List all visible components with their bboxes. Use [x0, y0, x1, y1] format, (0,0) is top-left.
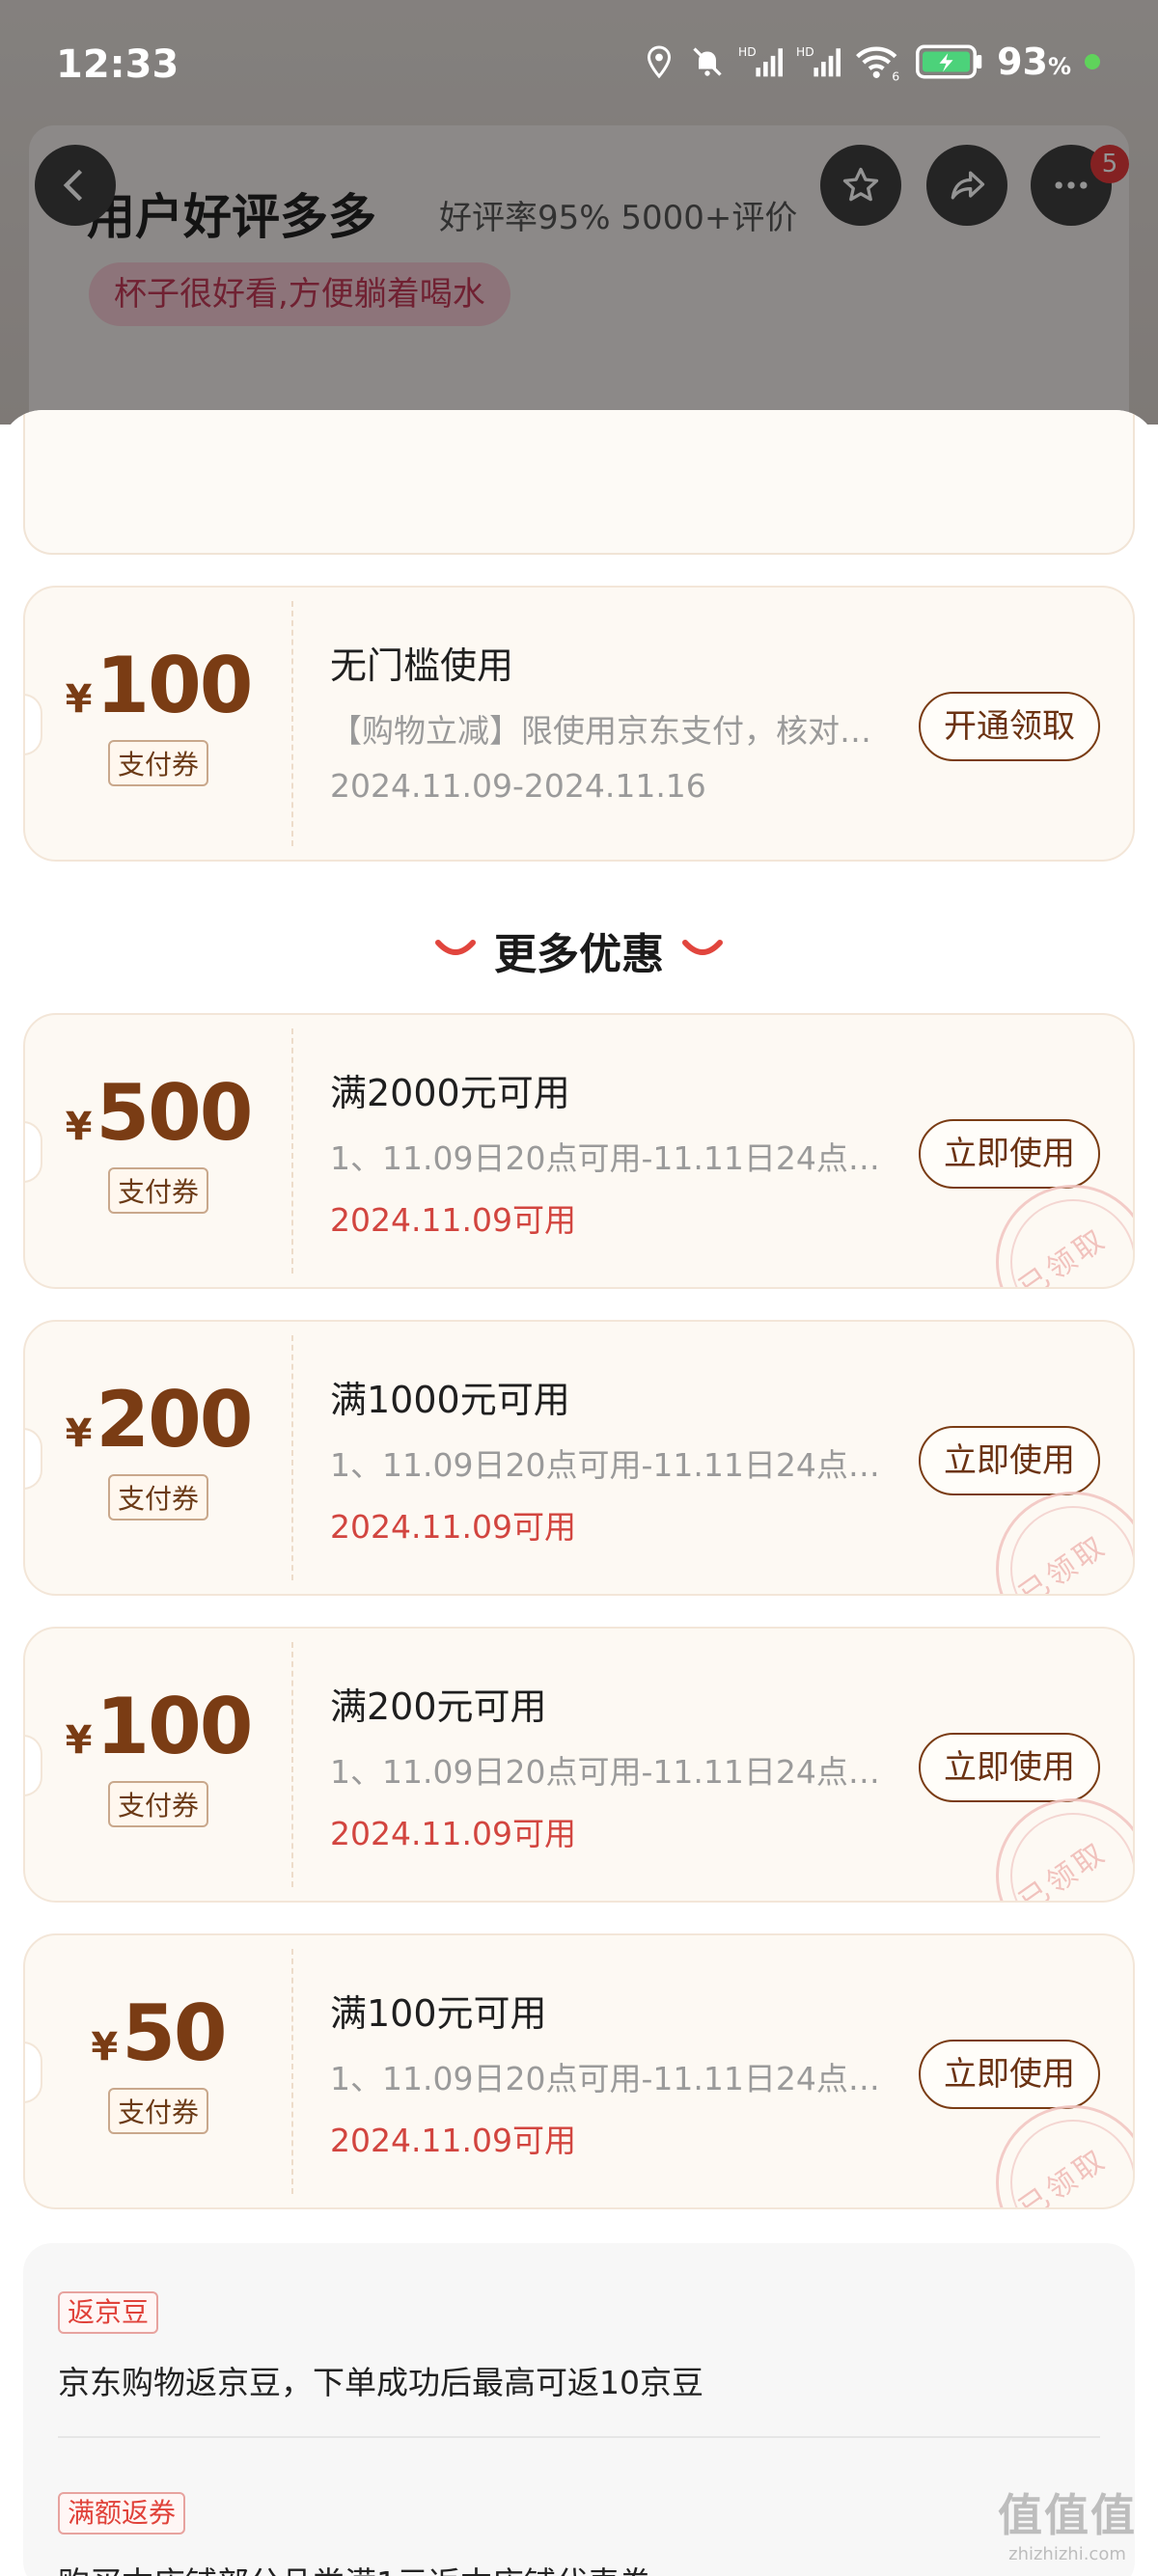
coupon-title: 满100元可用: [330, 1992, 547, 2035]
status-time: 12:33: [56, 42, 179, 87]
claimed-stamp: 已领取: [996, 2105, 1133, 2209]
coupon-description: 【购物立减】限使用京东支付，核对订单页面...: [330, 712, 890, 750]
more-offers-header: 更多优惠: [0, 912, 1158, 989]
coupon-divider: [291, 1949, 293, 2194]
wifi-sub-label: 6: [892, 69, 899, 83]
coupon-date: 2024.11.09可用: [330, 2122, 576, 2159]
network-label: HD: [738, 45, 757, 59]
rewards-text: 购买本店铺部分品类满1元返本店铺代表券: [58, 2558, 651, 2576]
info-divider: [58, 2436, 1100, 2438]
wifi-icon: 6: [856, 46, 899, 83]
cellular-signal-icon: HD: [738, 45, 784, 77]
coupon-card: ¥100 支付券 满200元可用 1、11.09日20点可用-11.11日24点…: [23, 1627, 1135, 1903]
claimed-stamp: 已领取: [996, 1185, 1133, 1289]
coupon-type-tag: 支付券: [107, 2088, 208, 2134]
coupon-amount-block: ¥200 支付券: [25, 1382, 291, 1521]
coupon-amount-block: ¥100 支付券: [25, 1688, 291, 1827]
coupon-divider: [291, 601, 293, 846]
cellular-signal-icon-2: HD: [796, 45, 841, 77]
status-bar: 12:33 HD HD 6 93%: [0, 0, 1158, 130]
coupon-amount: 100: [96, 641, 253, 730]
location-icon: [648, 45, 672, 79]
coupon-divider: [291, 1642, 293, 1887]
battery-percent: 93%: [997, 41, 1071, 83]
rewards-info-panel: 返京豆 京东购物返京豆，下单成功后最高可返10京豆 满额返券 购买本店铺部分品类…: [23, 2243, 1135, 2576]
network-label-2: HD: [796, 45, 814, 59]
coupon-title: 满1000元可用: [330, 1379, 570, 1421]
coupon-divider: [291, 1335, 293, 1580]
coupon-description: 1、11.09日20点可用-11.11日24点可用...: [330, 1753, 890, 1791]
coupon-card: ¥200 支付券 满1000元可用 1、11.09日20点可用-11.11日24…: [23, 1320, 1135, 1596]
status-icons: HD HD 6 93%: [642, 41, 1100, 83]
coupon-amount: 50: [122, 1988, 227, 2078]
coupon-description: 1、11.09日20点可用-11.11日24点可用...: [330, 2060, 890, 2097]
yen-symbol: ¥: [65, 1411, 93, 1456]
coupon-amount-block: ¥50 支付券: [25, 1995, 291, 2134]
use-now-button[interactable]: 立即使用: [919, 2040, 1100, 2109]
bell-muted-icon: [693, 47, 722, 76]
rewards-text: 京东购物返京豆，下单成功后最高可返10京豆: [58, 2364, 703, 2401]
coupon-type-tag: 支付券: [107, 1781, 208, 1827]
coupon-description: 1、11.09日20点可用-11.11日24点可用...: [330, 1139, 890, 1177]
smile-left-icon: [434, 937, 477, 964]
smile-right-icon: [681, 937, 724, 964]
coupon-title: 满2000元可用: [330, 1072, 570, 1114]
claimed-stamp: 已领取: [996, 1798, 1133, 1903]
coupon-card: ¥100 支付券 无门槛使用 【购物立减】限使用京东支付，核对订单页面... 2…: [23, 586, 1135, 862]
yen-symbol: ¥: [65, 677, 93, 722]
watermark-logo: 值值值: [998, 2489, 1137, 2541]
coupon-date: 2024.11.09可用: [330, 1508, 576, 1546]
coupon-date: 2024.11.09可用: [330, 1815, 576, 1852]
rewards-tag: 返京豆: [58, 2291, 159, 2334]
claimed-stamp-label: 已领取: [1013, 2142, 1114, 2209]
rewards-tag: 满额返券: [58, 2492, 186, 2535]
coupon-title: 无门槛使用: [330, 644, 514, 687]
claimed-stamp: 已领取: [996, 1492, 1133, 1596]
privacy-indicator-dot: [1085, 54, 1100, 69]
coupon-amount: 200: [96, 1375, 253, 1465]
yen-symbol: ¥: [91, 2025, 119, 2069]
yen-symbol: ¥: [65, 1718, 93, 1763]
yen-symbol: ¥: [65, 1105, 93, 1149]
claimed-stamp-label: 已领取: [1013, 1528, 1114, 1596]
use-now-button[interactable]: 立即使用: [919, 1119, 1100, 1189]
site-watermark: 值值值 zhizhizhi.com: [998, 2480, 1137, 2564]
coupon-date: 2024.11.09可用: [330, 1201, 576, 1239]
coupon-date: 2024.11.09-2024.11.16: [330, 767, 706, 805]
coupon-amount-block: ¥100 支付券: [25, 647, 291, 786]
use-now-button[interactable]: 立即使用: [919, 1426, 1100, 1495]
watermark-url: zhizhizhi.com: [1008, 2544, 1126, 2564]
coupon-amount: 100: [96, 1682, 253, 1771]
coupon-type-tag: 支付券: [107, 1167, 208, 1214]
coupon-amount-block: ¥500 支付券: [25, 1075, 291, 1214]
previous-coupon-peek: [23, 410, 1135, 555]
coupon-divider: [291, 1028, 293, 1274]
more-offers-title: 更多优惠: [494, 930, 664, 979]
claim-button[interactable]: 开通领取: [919, 692, 1100, 761]
coupon-type-tag: 支付券: [107, 740, 208, 786]
coupon-amount: 500: [96, 1068, 253, 1158]
battery-icon: [916, 44, 982, 79]
coupon-title: 满200元可用: [330, 1685, 547, 1728]
coupon-description: 1、11.09日20点可用-11.11日24点可用...: [330, 1446, 890, 1484]
claimed-stamp-label: 已领取: [1013, 1835, 1114, 1903]
coupon-type-tag: 支付券: [107, 1474, 208, 1521]
coupons-sheet: 优惠 ¥100 支付券 无门槛使用 【购物立减】限使用京东支付，核对订单页面..…: [0, 410, 1158, 2576]
coupon-card: ¥500 支付券 满2000元可用 1、11.09日20点可用-11.11日24…: [23, 1013, 1135, 1289]
claimed-stamp-label: 已领取: [1013, 1221, 1114, 1289]
coupon-card: ¥50 支付券 满100元可用 1、11.09日20点可用-11.11日24点可…: [23, 1933, 1135, 2209]
use-now-button[interactable]: 立即使用: [919, 1733, 1100, 1802]
